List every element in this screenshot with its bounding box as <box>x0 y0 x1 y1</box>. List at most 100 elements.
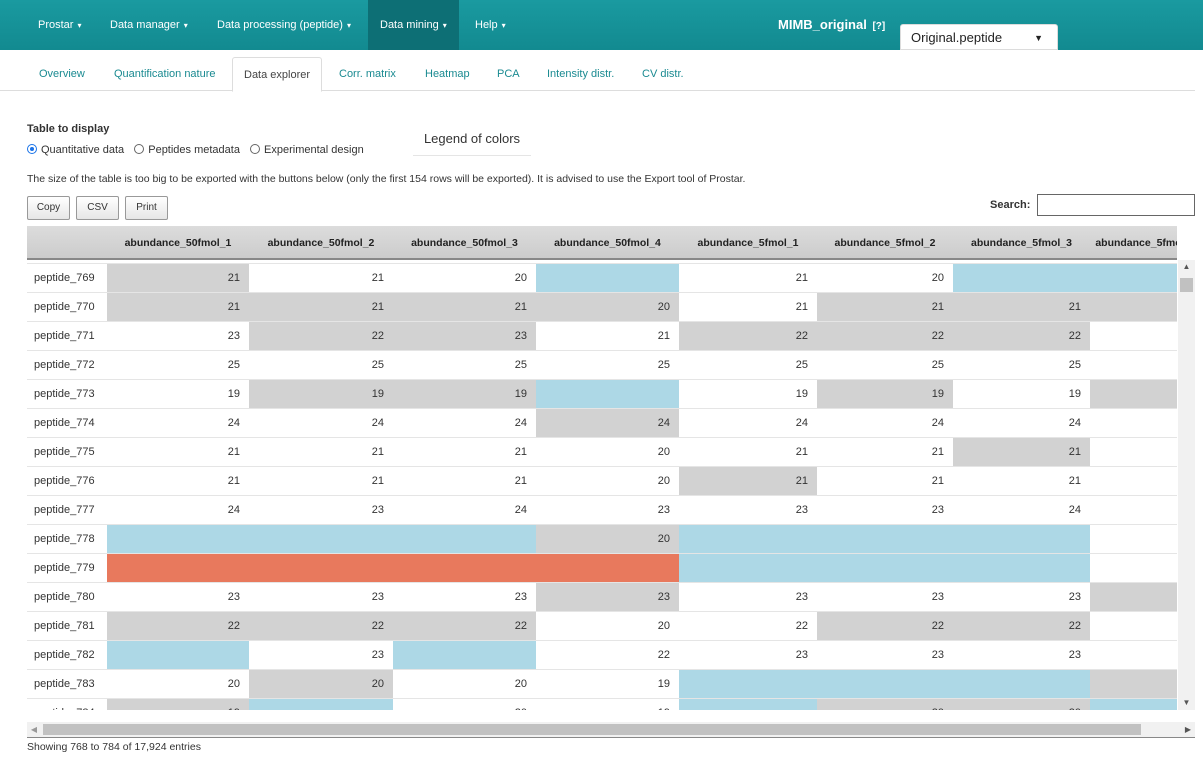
help-marker[interactable]: [?] <box>872 21 885 32</box>
copy-button[interactable]: Copy <box>27 196 70 220</box>
table-cell[interactable] <box>1090 409 1177 438</box>
table-row[interactable]: peptide_778 20 <box>27 524 1177 554</box>
table-cell[interactable]: 24 <box>107 409 249 438</box>
table-cell[interactable]: 23 <box>679 583 817 612</box>
table-row[interactable]: peptide_776 21 21 21 20 21 21 21 <box>27 466 1177 496</box>
table-cell[interactable]: 24 <box>249 409 393 438</box>
table-cell[interactable]: 19 <box>249 380 393 409</box>
table-cell[interactable]: 22 <box>679 612 817 641</box>
table-cell[interactable]: 23 <box>953 583 1090 612</box>
table-cell[interactable] <box>817 670 953 699</box>
table-row[interactable]: peptide_780 23 23 23 23 23 23 23 <box>27 582 1177 612</box>
table-cell[interactable] <box>679 554 817 583</box>
dataset-select[interactable]: Original.peptide ▼ <box>900 24 1058 50</box>
table-cell[interactable]: 21 <box>953 438 1090 467</box>
table-cell[interactable]: 24 <box>679 409 817 438</box>
tab-intensity-distr[interactable]: Intensity distr. <box>547 57 614 91</box>
table-cell[interactable]: 23 <box>107 322 249 351</box>
table-cell[interactable]: 21 <box>817 293 953 322</box>
table-cell[interactable]: 24 <box>953 409 1090 438</box>
table-cell[interactable]: 21 <box>817 467 953 496</box>
table-cell[interactable] <box>817 554 953 583</box>
tab-heatmap[interactable]: Heatmap <box>425 57 470 91</box>
table-row[interactable]: peptide_772 25 25 25 25 25 25 25 <box>27 350 1177 380</box>
table-cell[interactable] <box>249 554 393 583</box>
table-cell[interactable] <box>1090 496 1177 525</box>
vertical-scrollbar[interactable]: ▲ ▼ <box>1178 260 1195 710</box>
table-cell[interactable]: 19 <box>107 380 249 409</box>
radio-experimental-design[interactable]: Experimental design <box>250 144 364 156</box>
table-cell[interactable]: 25 <box>679 351 817 380</box>
table-cell[interactable] <box>953 554 1090 583</box>
scroll-down-icon[interactable]: ▼ <box>1178 696 1195 710</box>
table-cell[interactable] <box>1090 699 1177 710</box>
table-cell[interactable] <box>679 699 817 710</box>
table-cell[interactable] <box>107 554 249 583</box>
table-cell[interactable] <box>1090 583 1177 612</box>
table-cell[interactable]: 23 <box>393 583 536 612</box>
table-cell[interactable] <box>1090 264 1177 293</box>
table-cell[interactable]: 21 <box>249 293 393 322</box>
table-cell[interactable]: 23 <box>536 583 679 612</box>
nav-data-manager[interactable]: Data manager ▾ <box>110 0 188 50</box>
table-cell[interactable]: 19 <box>817 380 953 409</box>
table-cell[interactable]: 21 <box>953 293 1090 322</box>
table-cell[interactable]: 25 <box>817 351 953 380</box>
table-cell[interactable]: 20 <box>393 670 536 699</box>
table-cell[interactable] <box>393 554 536 583</box>
table-cell[interactable]: 22 <box>817 612 953 641</box>
table-cell[interactable] <box>536 554 679 583</box>
horizontal-scrollbar[interactable]: ◀ ▶ <box>27 722 1195 737</box>
table-row[interactable]: peptide_774 24 24 24 24 24 24 24 <box>27 408 1177 438</box>
table-cell[interactable]: 23 <box>393 322 536 351</box>
scroll-right-icon[interactable]: ▶ <box>1181 722 1195 737</box>
table-cell[interactable] <box>1090 293 1177 322</box>
table-cell[interactable]: 20 <box>249 670 393 699</box>
table-cell[interactable]: 23 <box>536 496 679 525</box>
header-rowname[interactable] <box>27 226 107 260</box>
table-cell[interactable] <box>536 264 679 293</box>
legend-of-colors-button[interactable]: Legend of colors <box>413 124 531 156</box>
scroll-up-icon[interactable]: ▲ <box>1178 260 1195 274</box>
table-cell[interactable]: 24 <box>107 496 249 525</box>
table-cell[interactable] <box>1090 322 1177 351</box>
table-cell[interactable]: 22 <box>817 322 953 351</box>
table-row[interactable]: peptide_783 20 20 20 19 <box>27 669 1177 699</box>
table-cell[interactable]: 20 <box>393 699 536 710</box>
vertical-scroll-thumb[interactable] <box>1180 278 1193 292</box>
tab-overview[interactable]: Overview <box>39 57 85 91</box>
table-row[interactable]: peptide_770 21 21 21 20 21 21 21 <box>27 292 1177 322</box>
table-cell[interactable]: 20 <box>536 525 679 554</box>
table-cell[interactable]: 19 <box>679 380 817 409</box>
table-cell[interactable]: 23 <box>249 496 393 525</box>
table-cell[interactable]: 22 <box>953 322 1090 351</box>
csv-button[interactable]: CSV <box>76 196 119 220</box>
table-cell[interactable] <box>679 670 817 699</box>
table-cell[interactable] <box>249 699 393 710</box>
table-cell[interactable]: 22 <box>249 612 393 641</box>
nav-data-processing[interactable]: Data processing (peptide) ▾ <box>217 0 351 50</box>
table-cell[interactable]: 22 <box>536 641 679 670</box>
table-cell[interactable] <box>953 525 1090 554</box>
table-cell[interactable] <box>1090 612 1177 641</box>
table-cell[interactable]: 19 <box>536 699 679 710</box>
table-cell[interactable] <box>1090 670 1177 699</box>
column-header[interactable]: abundance_5fmol_2 <box>817 226 953 260</box>
table-cell[interactable]: 24 <box>536 409 679 438</box>
table-cell[interactable]: 23 <box>679 496 817 525</box>
table-cell[interactable]: 20 <box>536 438 679 467</box>
print-button[interactable]: Print <box>125 196 168 220</box>
table-cell[interactable]: 23 <box>817 496 953 525</box>
table-cell[interactable] <box>679 525 817 554</box>
scroll-left-icon[interactable]: ◀ <box>27 722 41 737</box>
table-cell[interactable]: 23 <box>817 583 953 612</box>
table-cell[interactable] <box>1090 438 1177 467</box>
nav-prostar[interactable]: Prostar ▾ <box>38 0 81 50</box>
table-row[interactable]: peptide_777 24 23 24 23 23 23 24 <box>27 495 1177 525</box>
column-header[interactable]: abundance_5fmo <box>1090 226 1177 260</box>
table-row[interactable]: peptide_769 21 21 20 21 20 <box>27 263 1177 293</box>
tab-cv-distr[interactable]: CV distr. <box>642 57 684 91</box>
table-cell[interactable]: 21 <box>393 438 536 467</box>
table-cell[interactable]: 25 <box>249 351 393 380</box>
table-cell[interactable]: 22 <box>393 612 536 641</box>
